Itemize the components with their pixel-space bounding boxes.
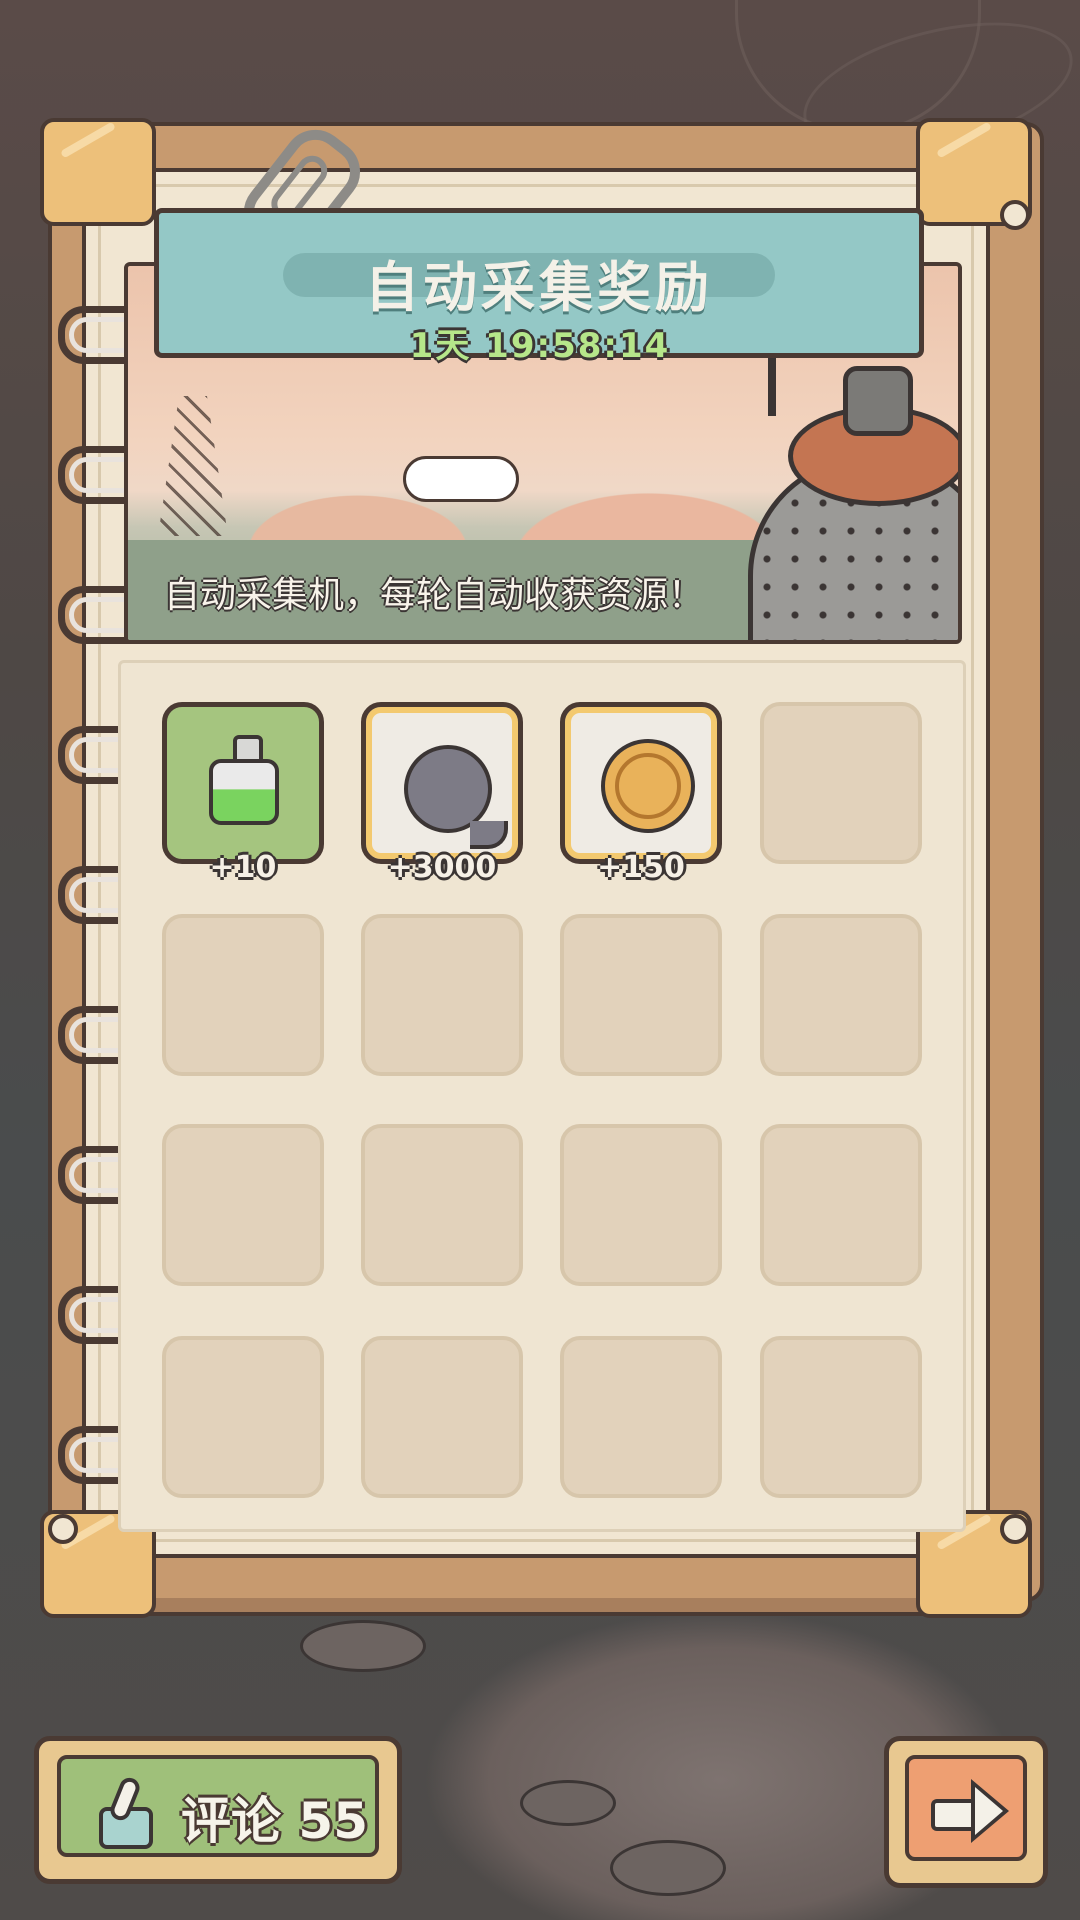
reward-slot[interactable]: +10 — [162, 702, 324, 885]
empty-slot — [560, 1336, 722, 1498]
corner-bracket — [40, 118, 156, 226]
quill-ink-icon — [95, 1774, 153, 1849]
gold-coin-icon — [601, 739, 695, 833]
stone-decoration — [300, 1620, 426, 1672]
empty-slot — [760, 1336, 922, 1498]
bolt-decoration — [48, 1514, 78, 1544]
next-button[interactable] — [884, 1736, 1048, 1888]
empty-slot — [760, 1124, 922, 1286]
stone-decoration — [610, 1840, 726, 1896]
right-arrow-icon — [931, 1779, 1009, 1843]
panel-title: 自动采集奖励 — [365, 256, 713, 319]
empty-slot — [361, 914, 523, 1076]
empty-slot — [162, 914, 324, 1076]
countdown-timer: 1天 19:58:14 — [409, 326, 671, 366]
empty-slot — [361, 1336, 523, 1498]
reward-slot[interactable]: +3000 — [361, 702, 523, 885]
bolt-decoration — [1000, 1514, 1030, 1544]
reward-amount: +3000 — [387, 850, 497, 885]
reward-slot[interactable]: +150 — [560, 702, 722, 885]
stone-decoration — [520, 1780, 616, 1826]
bolt-decoration — [1000, 200, 1030, 230]
cloud-icon — [403, 456, 519, 502]
reward-amount: +150 — [597, 850, 685, 885]
oil-derrick-icon — [158, 396, 228, 536]
collector-machine-icon — [748, 326, 958, 640]
empty-slot — [760, 914, 922, 1076]
panel-description: 自动采集机，每轮自动收获资源！ — [164, 575, 705, 616]
comment-label: 评论 55 — [181, 1792, 368, 1850]
empty-slot — [760, 702, 922, 864]
potion-flask-icon — [209, 735, 279, 825]
reward-amount: +10 — [209, 850, 277, 885]
empty-slot — [162, 1336, 324, 1498]
comment-button[interactable]: 评论 55 — [34, 1736, 402, 1884]
empty-slot — [162, 1124, 324, 1286]
empty-slot — [560, 1124, 722, 1286]
gray-blob-icon — [404, 745, 508, 849]
empty-slot — [361, 1124, 523, 1286]
empty-slot — [560, 914, 722, 1076]
